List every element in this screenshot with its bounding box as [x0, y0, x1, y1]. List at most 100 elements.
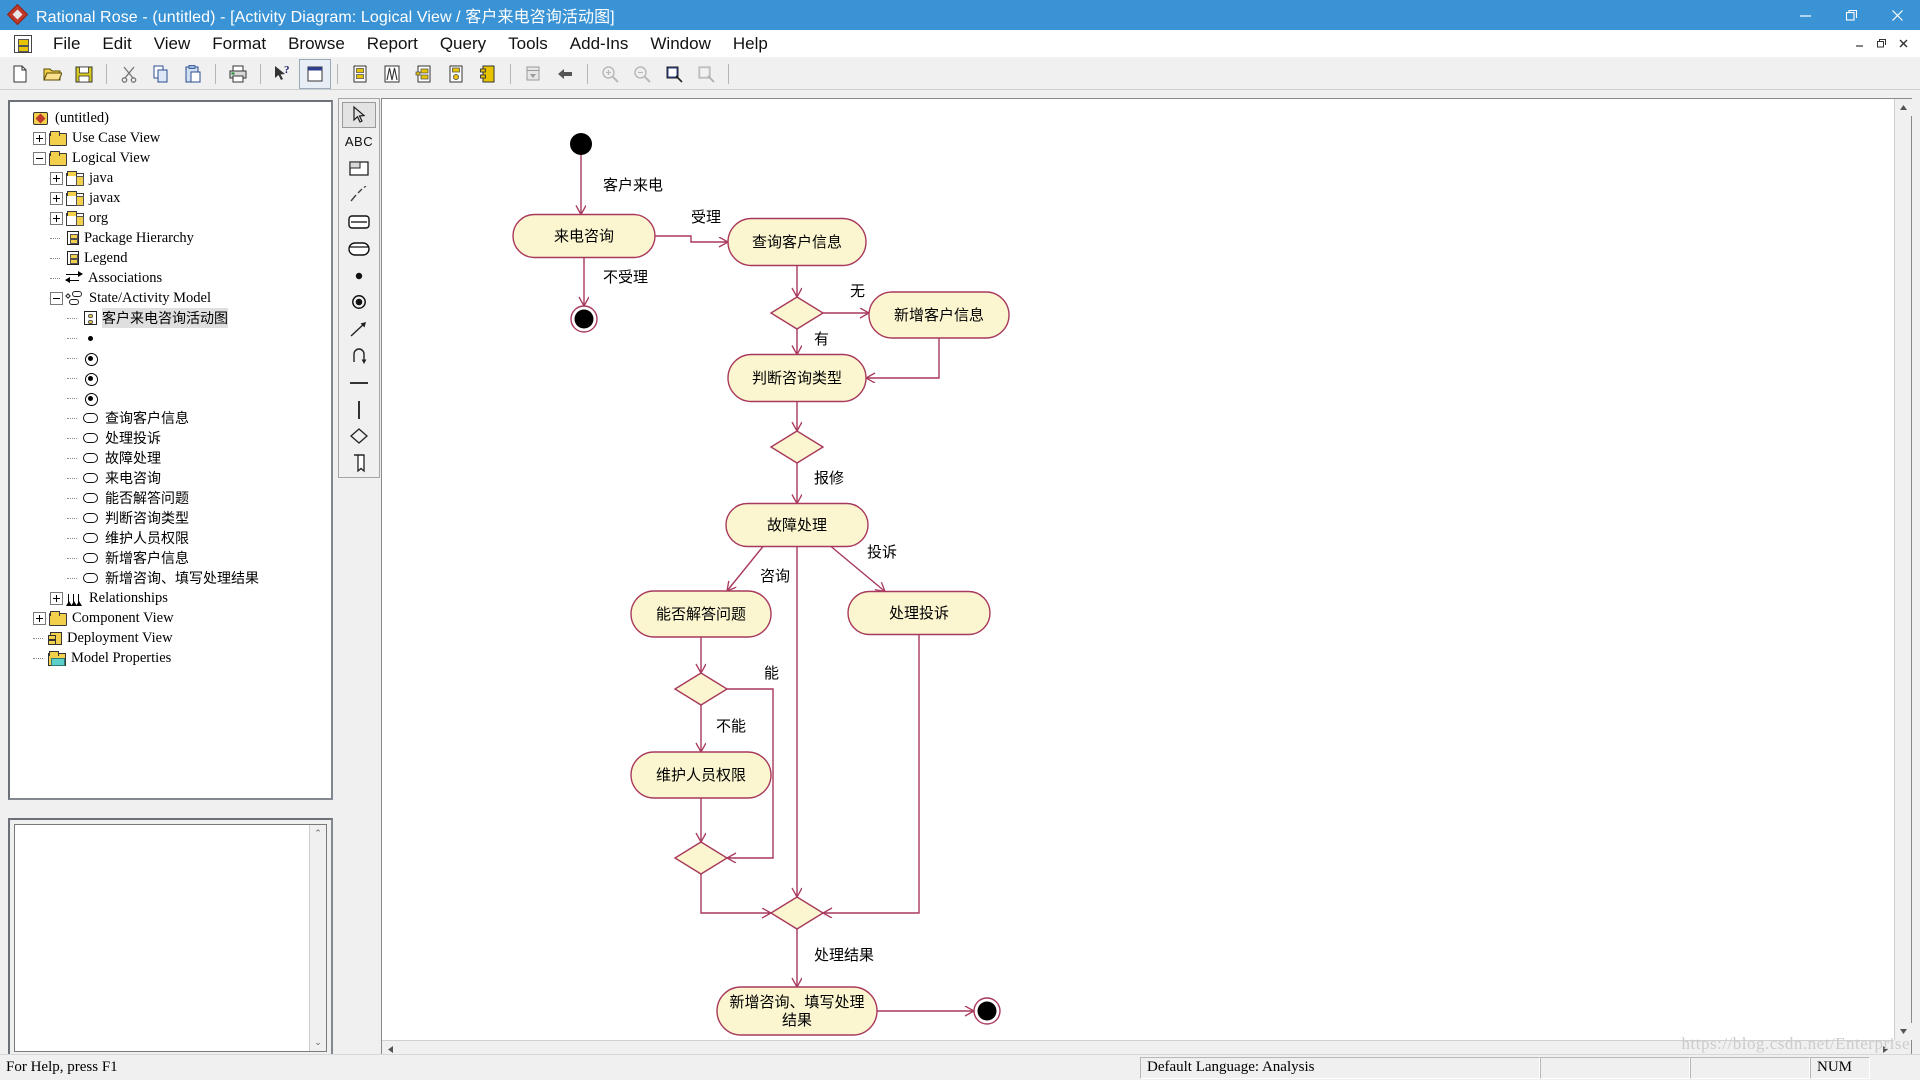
browse-parent-icon[interactable]	[377, 60, 407, 88]
tree-item[interactable]: javax	[16, 188, 329, 208]
zoom-in-icon[interactable]	[595, 60, 625, 88]
tree-item[interactable]: 客户来电咨询活动图	[16, 308, 329, 328]
menu-query[interactable]: Query	[429, 32, 497, 56]
activity-node[interactable]: 新增客户信息	[868, 291, 1010, 339]
menu-view[interactable]: View	[143, 32, 202, 56]
text-abc-tool[interactable]: ABC	[342, 129, 376, 155]
end-state-node[interactable]	[570, 305, 598, 333]
browse-component-icon[interactable]	[473, 60, 503, 88]
decision-node[interactable]	[769, 296, 825, 330]
mdi-restore-button[interactable]	[1870, 34, 1892, 54]
menu-add-ins[interactable]: Add-Ins	[559, 32, 640, 56]
tree-item[interactable]: 查询客户信息	[16, 408, 329, 428]
swimlane-tool[interactable]	[342, 450, 376, 476]
decision-node[interactable]	[673, 841, 729, 875]
state-transition-tool[interactable]	[342, 316, 376, 342]
tree-item[interactable]: Package Hierarchy	[16, 228, 329, 248]
tree-item[interactable]: (untitled)	[16, 108, 329, 128]
back-arrow-icon[interactable]	[550, 60, 580, 88]
activity-node[interactable]: 来电咨询	[512, 213, 656, 259]
tree-item[interactable]: Use Case View	[16, 128, 329, 148]
activity-node[interactable]: 能否解答问题	[630, 590, 772, 638]
menu-file[interactable]: File	[42, 32, 91, 56]
tree-item[interactable]: Relationships	[16, 588, 329, 608]
tree-expand-icon[interactable]	[50, 171, 63, 185]
edge-laidian-to-chaxun[interactable]	[655, 235, 728, 242]
state-tool[interactable]	[342, 209, 376, 235]
tree-item[interactable]	[16, 368, 329, 388]
zoom-out-icon[interactable]	[627, 60, 657, 88]
transition-to-self-tool[interactable]	[342, 343, 376, 369]
tree-item[interactable]: 故障处理	[16, 448, 329, 468]
start-state-node[interactable]	[570, 133, 592, 155]
horizontal-sync-tool[interactable]	[342, 370, 376, 396]
decision-node[interactable]	[769, 896, 825, 930]
fit-window-icon[interactable]	[659, 60, 689, 88]
menu-help[interactable]: Help	[722, 32, 779, 56]
mdi-close-button[interactable]	[1892, 34, 1914, 54]
menu-format[interactable]: Format	[201, 32, 277, 56]
tree-item[interactable]: 处理投诉	[16, 428, 329, 448]
open-folder-icon[interactable]	[37, 60, 67, 88]
tree-item[interactable]	[16, 348, 329, 368]
end-state-node[interactable]	[973, 997, 1001, 1025]
decision-tool[interactable]	[342, 423, 376, 449]
tree-item[interactable]: Legend	[16, 248, 329, 268]
tree-item[interactable]: 能否解答问题	[16, 488, 329, 508]
tree-item[interactable]: java	[16, 168, 329, 188]
canvas-vertical-scrollbar[interactable]	[1894, 99, 1912, 1040]
menu-edit[interactable]: Edit	[91, 32, 142, 56]
mdi-minimize-button[interactable]	[1848, 34, 1870, 54]
scroll-down-icon[interactable]: ⌄	[310, 1034, 326, 1051]
tree-collapse-icon[interactable]	[33, 151, 46, 165]
activity-node[interactable]: 维护人员权限	[630, 751, 772, 799]
tree-item[interactable]: 来电咨询	[16, 468, 329, 488]
undo-fit-icon[interactable]	[691, 60, 721, 88]
documentation-scrollbar[interactable]: ⌃ ⌄	[309, 825, 326, 1051]
decision-node[interactable]	[769, 430, 825, 464]
end-state-tool[interactable]	[342, 290, 376, 316]
edge-d4-to-d5[interactable]	[700, 874, 771, 913]
tree-item[interactable]	[16, 328, 329, 348]
model-tree[interactable]: (untitled) Use Case View Logical View java j…	[10, 102, 331, 670]
canvas-scroll-up-icon[interactable]	[1895, 99, 1912, 116]
browse-state-icon[interactable]	[441, 60, 471, 88]
context-help-icon[interactable]: ?	[268, 60, 298, 88]
print-icon[interactable]	[223, 60, 253, 88]
note-anchor-tool[interactable]	[342, 182, 376, 208]
new-icon[interactable]	[5, 60, 35, 88]
tree-expand-icon[interactable]	[50, 211, 63, 225]
vertical-sync-tool[interactable]	[342, 397, 376, 423]
tree-item[interactable]: Model Properties	[16, 648, 329, 668]
activity-diagram-canvas[interactable]: 来电咨询 查询客户信息 新增客户信息 判断咨询类型 故障处理 能否解答问题 处理投诉 维护人员…	[381, 98, 1912, 1058]
copy-icon[interactable]	[146, 60, 176, 88]
tree-item[interactable]: 新增咨询、填写处理结果	[16, 568, 329, 588]
tree-item[interactable]: State/Activity Model	[16, 288, 329, 308]
tree-expand-icon[interactable]	[50, 191, 63, 205]
activity-node[interactable]: 故障处理	[725, 502, 869, 548]
tree-item[interactable]: 新增客户信息	[16, 548, 329, 568]
menu-window[interactable]: Window	[639, 32, 721, 56]
window-close-button[interactable]	[1874, 0, 1920, 30]
edge-chuli-tousu-to-d5[interactable]	[823, 634, 920, 914]
tree-expand-icon[interactable]	[33, 131, 46, 145]
start-state-tool[interactable]	[342, 263, 376, 289]
activity-tool[interactable]	[342, 236, 376, 262]
edge-xinzeng-to-panduan[interactable]	[866, 338, 940, 378]
tree-item[interactable]: Logical View	[16, 148, 329, 168]
selection-arrow-tool[interactable]	[342, 102, 376, 128]
tree-item[interactable]: org	[16, 208, 329, 228]
activity-node[interactable]: 处理投诉	[847, 590, 991, 636]
tree-item[interactable]: Associations	[16, 268, 329, 288]
tree-item[interactable]: Deployment View	[16, 628, 329, 648]
menu-tools[interactable]: Tools	[497, 32, 559, 56]
window-minimize-button[interactable]	[1782, 0, 1828, 30]
browse-previous-icon[interactable]	[518, 60, 548, 88]
activity-diagram-svg[interactable]: 来电咨询 查询客户信息新增客户信息判断咨询类型故障处理能否解答问题 处理投诉维护人员…	[382, 99, 1913, 1059]
menu-browse[interactable]: Browse	[277, 32, 356, 56]
browse-class2-icon[interactable]	[409, 60, 439, 88]
cut-scissors-icon[interactable]	[114, 60, 144, 88]
edge-guzhang-to-nengfou[interactable]	[727, 546, 764, 592]
tree-collapse-icon[interactable]	[50, 291, 63, 305]
window-maximize-button[interactable]	[1828, 0, 1874, 30]
